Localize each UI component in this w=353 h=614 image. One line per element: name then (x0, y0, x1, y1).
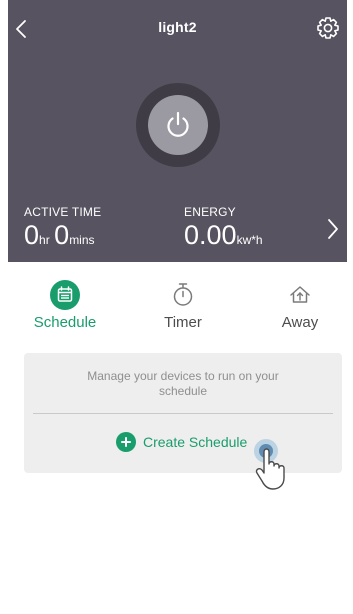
tab-timer[interactable]: Timer (143, 280, 223, 331)
energy-value: 0.00kw*h (184, 220, 263, 251)
active-time-minutes-unit: mins (69, 233, 95, 247)
energy-amount: 0.00 (184, 220, 237, 250)
app-screen: light2 ACTIVE TIME 0hr 0mins ENERGY 0.00… (0, 0, 353, 614)
chevron-right-icon (328, 219, 338, 239)
settings-button[interactable] (315, 15, 341, 41)
gear-icon (317, 17, 339, 39)
device-header: light2 ACTIVE TIME 0hr 0mins ENERGY 0.00… (8, 0, 347, 262)
active-time-minutes: 0 (54, 220, 70, 250)
tab-timer-label: Timer (164, 314, 202, 331)
energy-unit: kw*h (236, 233, 263, 247)
active-time-label: ACTIVE TIME (24, 205, 102, 219)
power-icon (167, 111, 189, 137)
plus-circle-icon (116, 432, 136, 452)
active-time-hours-unit: hr (39, 233, 50, 247)
away-house-icon (290, 286, 310, 303)
create-schedule-button[interactable]: Create Schedule (116, 431, 247, 453)
schedule-description: Manage your devices to run on your sched… (87, 369, 279, 398)
tab-away[interactable]: Away (260, 280, 340, 331)
power-ring (136, 83, 220, 167)
calendar-icon (50, 280, 80, 310)
active-time-value: 0hr 0mins (24, 220, 95, 251)
tab-schedule[interactable]: Schedule (25, 280, 105, 331)
energy-details-button[interactable] (325, 216, 341, 242)
tab-schedule-label: Schedule (33, 314, 97, 331)
tap-pointer-icon (254, 439, 285, 490)
page-title: light2 (158, 19, 197, 35)
energy-label: ENERGY (184, 205, 236, 219)
divider (33, 413, 333, 414)
active-time-hours: 0 (24, 220, 40, 250)
create-schedule-label: Create Schedule (143, 434, 248, 450)
stopwatch-icon (173, 283, 193, 306)
power-button[interactable] (148, 95, 208, 155)
tab-away-label: Away (281, 314, 319, 331)
